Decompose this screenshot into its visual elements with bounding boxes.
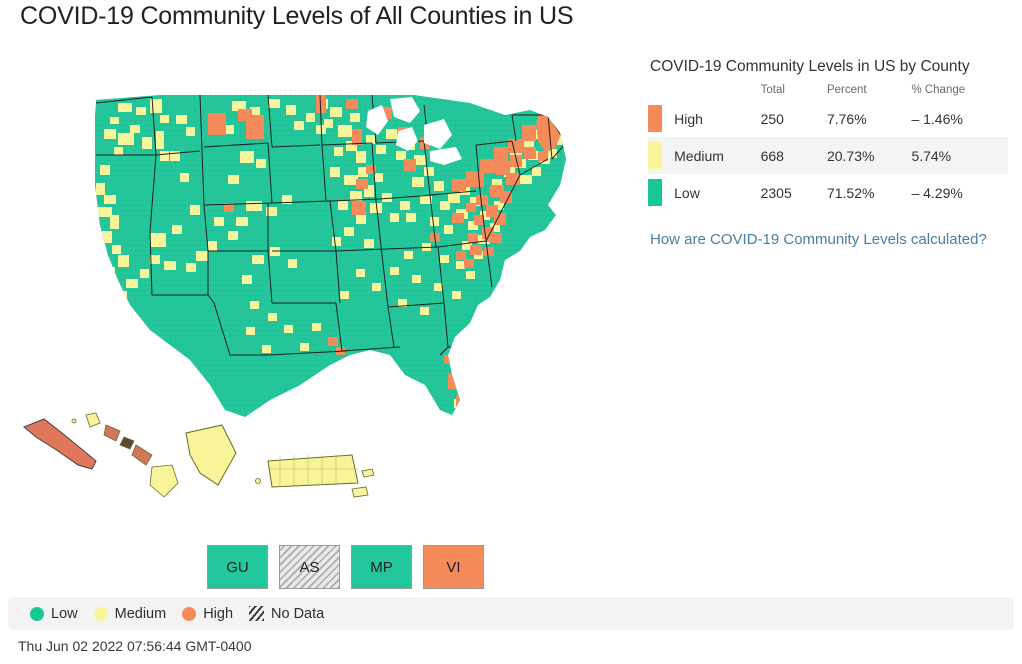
inset-alaska[interactable] (23, 418, 97, 470)
col-change-header: % Change (911, 84, 966, 96)
legend-hatch-no-data-icon (249, 606, 265, 621)
legend-item-medium[interactable]: Medium (93, 605, 167, 622)
territory-mp[interactable]: MP (351, 545, 412, 589)
covid-community-levels-page: COVID-19 Community Levels of All Countie… (0, 0, 1022, 664)
table-row-medium[interactable]: Medium 668 20.73% 5.74% (648, 137, 1008, 174)
territory-vi[interactable]: VI (423, 545, 484, 589)
territory-as-label: AS (299, 558, 320, 576)
legend-label-medium: Medium (114, 605, 167, 622)
map-legend: Low Medium High No Data (8, 597, 1014, 630)
territory-boxes: GU AS MP VI (207, 545, 484, 589)
legend-item-no-data[interactable]: No Data (249, 606, 324, 622)
total-medium: 668 (760, 147, 784, 164)
col-swatch-header (648, 82, 674, 100)
legend-label-high: High (203, 605, 234, 622)
total-high: 250 (760, 110, 784, 127)
inset-dc[interactable] (185, 424, 237, 486)
territory-as[interactable]: AS (279, 545, 340, 589)
us-county-choropleth-map[interactable] (0, 55, 640, 515)
levels-table: Total Percent % Change High 250 7.76% – … (648, 82, 1008, 211)
territory-gu-label: GU (226, 558, 249, 576)
legend-label-low: Low (51, 605, 78, 622)
percent-high: 7.76% (826, 110, 867, 127)
how-calculated-link[interactable]: How are COVID-19 Community Levels calcul… (650, 231, 987, 248)
table-header-row: Total Percent % Change (648, 82, 1008, 100)
legend-item-high[interactable]: High (182, 606, 233, 622)
swatch-high (648, 105, 662, 132)
change-low: – 4.29% (911, 184, 963, 201)
col-percent-header: Percent (826, 84, 867, 96)
change-medium: 5.74% (911, 147, 952, 164)
level-label-medium: Medium (674, 147, 724, 164)
legend-dot-high-icon (182, 606, 197, 621)
level-label-high: High (674, 110, 703, 127)
timestamp: Thu Jun 02 2022 07:56:44 GMT-0400 (18, 638, 252, 654)
total-low: 2305 (760, 184, 792, 201)
col-level-header (674, 82, 760, 100)
table-row-high[interactable]: High 250 7.76% – 1.46% (648, 100, 1008, 137)
swatch-medium (648, 142, 662, 169)
panel-title: COVID-19 Community Levels in US by Count… (650, 58, 970, 75)
map-svg[interactable] (0, 55, 640, 515)
inset-puerto-rico[interactable] (255, 454, 375, 498)
territory-gu[interactable]: GU (207, 545, 268, 589)
percent-low: 71.52% (826, 184, 875, 201)
legend-label-no-data: No Data (271, 605, 325, 622)
level-label-low: Low (674, 184, 700, 201)
change-high: – 1.46% (911, 110, 963, 127)
territory-mp-label: MP (370, 558, 393, 576)
page-title: COVID-19 Community Levels of All Countie… (20, 2, 574, 30)
percent-medium: 20.73% (826, 147, 875, 164)
legend-item-low[interactable]: Low (30, 606, 78, 622)
territory-vi-label: VI (446, 558, 461, 576)
swatch-low (648, 179, 662, 206)
col-total-header: Total (760, 84, 785, 96)
table-row-low[interactable]: Low 2305 71.52% – 4.29% (648, 174, 1008, 211)
legend-dot-low-icon (30, 606, 44, 621)
community-levels-panel: COVID-19 Community Levels in US by Count… (648, 58, 1014, 249)
legend-dot-medium-icon (93, 606, 108, 621)
